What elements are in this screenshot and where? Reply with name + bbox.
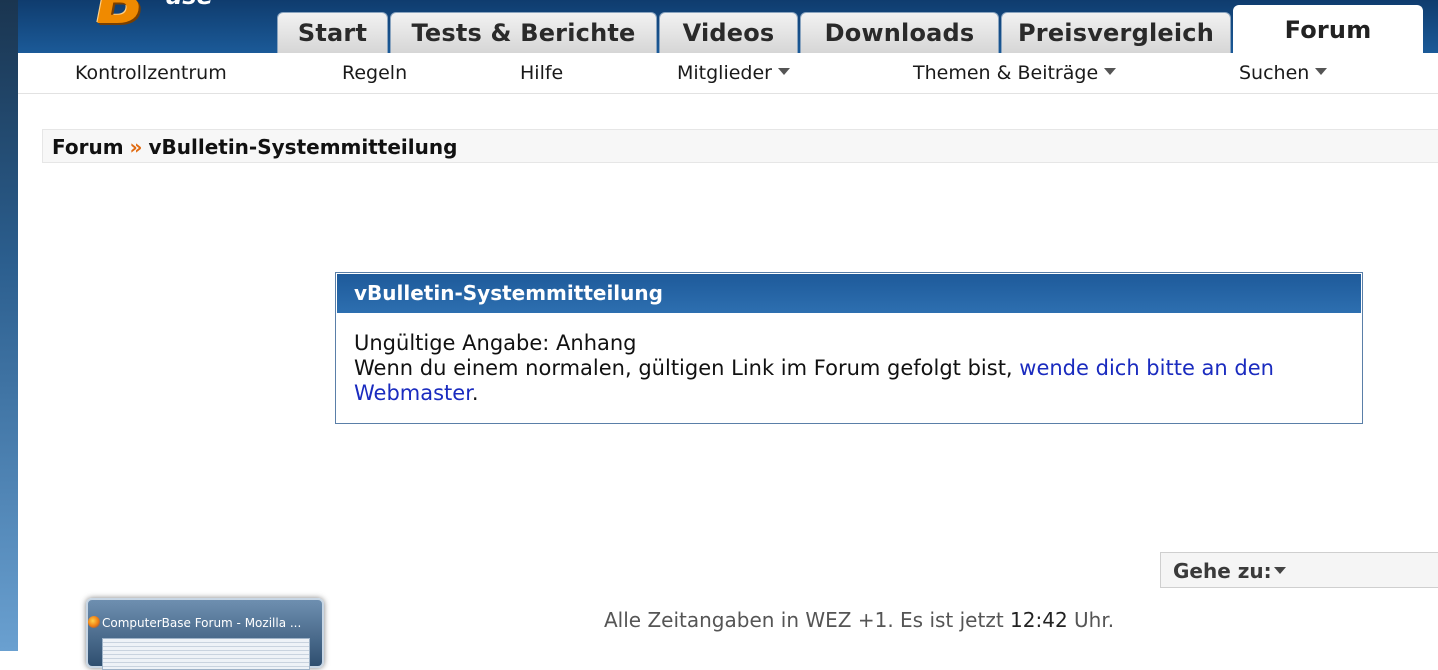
hint-text: Wenn du einem normalen, gültigen Link im… — [354, 356, 1020, 380]
breadcrumb-root[interactable]: Forum — [52, 135, 124, 159]
chevron-down-icon — [1273, 567, 1286, 574]
tab-preisvergleich[interactable]: Preisvergleich — [1001, 12, 1231, 53]
chevron-down-icon — [1315, 68, 1328, 75]
subnav-label: Kontrollzentrum — [75, 62, 227, 84]
subnav-suchen[interactable]: Suchen — [1239, 53, 1328, 93]
firefox-icon — [88, 616, 100, 628]
chevron-down-icon — [1104, 68, 1117, 75]
subnav-label: Suchen — [1239, 62, 1310, 84]
subnav-kontrollzentrum[interactable]: Kontrollzentrum — [75, 53, 227, 93]
current-time: 12:42 — [1010, 608, 1068, 632]
footer-prefix: Alle Zeitangaben in WEZ +1. Es ist jetzt — [604, 608, 1011, 632]
breadcrumb-separator: » — [129, 135, 143, 159]
subnav-themen-beitraege[interactable]: Themen & Beiträge — [913, 53, 1117, 93]
site-logo[interactable]: B ase — [88, 0, 268, 38]
tab-tests-berichte[interactable]: Tests & Berichte — [390, 12, 657, 53]
hint-suffix: . — [471, 381, 479, 405]
taskbar-thumbnail[interactable]: ComputerBase Forum - Mozilla ... — [86, 598, 324, 670]
logo-letter: B — [96, 0, 145, 39]
breadcrumb-current: vBulletin-Systemmitteilung — [148, 135, 458, 159]
subnav-hilfe[interactable]: Hilfe — [520, 53, 563, 93]
tab-downloads[interactable]: Downloads — [800, 12, 999, 53]
chevron-down-icon — [778, 68, 790, 75]
subnav-label: Themen & Beiträge — [913, 62, 1099, 84]
thumbnail-title-text: ComputerBase Forum - Mozilla ... — [102, 616, 302, 630]
breadcrumb: Forum» vBulletin-Systemmitteilung — [42, 129, 1438, 163]
goto-dropdown[interactable]: Gehe zu: — [1160, 552, 1438, 588]
footer-time-info: Alle Zeitangaben in WEZ +1. Es ist jetzt… — [604, 608, 1114, 632]
subnav-label: Regeln — [342, 62, 408, 84]
subnav-regeln[interactable]: Regeln — [342, 53, 407, 93]
desktop-edge — [0, 0, 18, 651]
forum-subnav: Kontrollzentrum Regeln Hilfe Mitglieder … — [18, 53, 1438, 94]
goto-label: Gehe zu: — [1173, 559, 1272, 583]
footer-suffix: Uhr. — [1067, 608, 1115, 632]
system-message-body: Ungültige Angabe: Anhang Wenn du einem n… — [336, 314, 1362, 423]
thumbnail-preview — [102, 638, 310, 670]
logo-suffix: ase — [166, 0, 213, 8]
tab-forum[interactable]: Forum — [1233, 5, 1423, 53]
site-header: B ase Start Tests & Berichte Videos Down… — [18, 0, 1438, 53]
subnav-label: Hilfe — [520, 62, 564, 84]
subnav-mitglieder[interactable]: Mitglieder — [677, 53, 790, 93]
system-message-title: vBulletin-Systemmitteilung — [337, 274, 1361, 313]
tab-start[interactable]: Start — [277, 12, 388, 53]
subnav-label: Mitglieder — [677, 62, 772, 84]
system-message-panel: vBulletin-Systemmitteilung Ungültige Ang… — [335, 272, 1363, 424]
hint-line: Wenn du einem normalen, gültigen Link im… — [354, 356, 1344, 406]
thumbnail-title: ComputerBase Forum - Mozilla ... — [88, 616, 302, 630]
error-line: Ungültige Angabe: Anhang — [354, 331, 637, 355]
tab-videos[interactable]: Videos — [659, 12, 798, 53]
